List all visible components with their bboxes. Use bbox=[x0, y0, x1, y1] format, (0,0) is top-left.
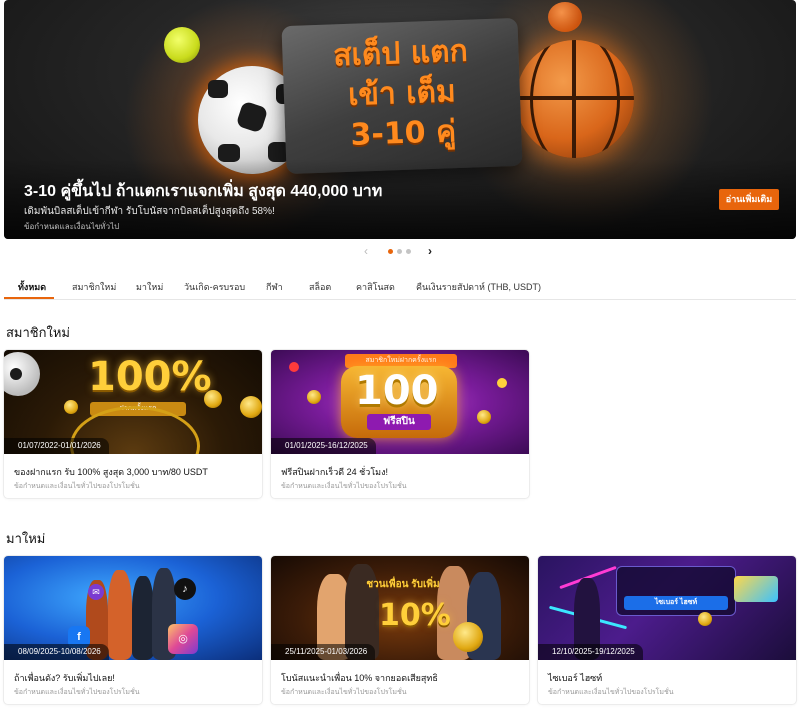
coin-icon bbox=[64, 400, 78, 414]
tab-weekly-cashback[interactable]: คืนเงินรายสัปดาห์ (THB, USDT) bbox=[416, 280, 541, 294]
promo-terms[interactable]: ข้อกำหนดและเงื่อนไขทั่วไปของโปรโมชั่น bbox=[548, 687, 674, 698]
coin-icon bbox=[477, 410, 491, 424]
ticket-icon bbox=[734, 576, 778, 602]
hero-banner[interactable]: สเต็ป แตก เข้า เต็ม 3-10 คู่ 3-10 คู่ขึ้… bbox=[4, 0, 796, 239]
carousel-controls: ‹ › bbox=[360, 245, 440, 257]
category-tabs: ทั้งหมด สมาชิกใหม่ มาใหม่ วันเกิด-ครบรอบ… bbox=[4, 272, 796, 300]
promo-card[interactable]: สมาชิกใหม่ฝากครั้งแรก 100 ฟรีสปิน 01/01/… bbox=[271, 350, 529, 498]
coin-icon bbox=[698, 612, 712, 626]
carousel-dot[interactable] bbox=[406, 249, 411, 254]
coin-icon bbox=[453, 622, 483, 652]
gem-icon bbox=[497, 378, 507, 388]
coin-icon bbox=[240, 396, 262, 418]
section-title-new-member: สมาชิกใหม่ bbox=[6, 325, 70, 340]
tab-live-casino[interactable]: คาสิโนสด bbox=[356, 280, 395, 294]
promo-card[interactable]: 100% ฝากครั้งแรก 01/07/2022-01/01/2026 ข… bbox=[4, 350, 262, 498]
messenger-icon: ✉ bbox=[88, 584, 104, 600]
promo-terms[interactable]: ข้อกำหนดและเงื่อนไขทั่วไปของโปรโมชั่น bbox=[281, 687, 407, 698]
promo-card[interactable]: ไซเบอร์ ไฮซท์ 12/10/2025-19/12/2025 ไซเบ… bbox=[538, 556, 796, 704]
coin-icon bbox=[204, 390, 222, 408]
tab-new-member[interactable]: สมาชิกใหม่ bbox=[72, 280, 116, 294]
tab-birthday[interactable]: วันเกิด-ครบรอบ bbox=[184, 280, 245, 294]
promo-date: 12/10/2025-19/12/2025 bbox=[538, 644, 643, 660]
chevron-right-icon[interactable]: › bbox=[428, 245, 432, 257]
promo-title: ไซเบอร์ ไฮซท์ bbox=[548, 673, 603, 683]
basketball-small-icon bbox=[548, 2, 582, 32]
coin-icon bbox=[307, 390, 321, 404]
heart-icon bbox=[289, 362, 299, 372]
promo-card[interactable]: ชวนเพื่อน รับเพิ่ม 10% 25/11/2025-01/03/… bbox=[271, 556, 529, 704]
promo-date: 08/09/2025-10/08/2026 bbox=[4, 644, 109, 660]
promo-art-ribbon: ไซเบอร์ ไฮซท์ bbox=[624, 596, 728, 610]
promo-art-text: 100 bbox=[355, 368, 439, 414]
tab-sports[interactable]: กีฬา bbox=[266, 280, 283, 294]
tennis-ball-icon bbox=[164, 27, 200, 63]
ball-patch bbox=[10, 368, 22, 380]
tab-slots[interactable]: สล็อต bbox=[309, 280, 331, 294]
promo-title: ฟรีสปินฝากเร็วดี 24 ชั่วโมง! bbox=[281, 467, 388, 477]
tab-new[interactable]: มาใหม่ bbox=[136, 280, 163, 294]
hero-subtitle: เดิมพันบิลสเต็ปเข้ากีฬา รับโบนัสจากบิลสเ… bbox=[24, 206, 275, 217]
section-title-new: มาใหม่ bbox=[6, 531, 46, 546]
hero-terms-link[interactable]: ข้อกำหนดและเงื่อนไขทั่วไป bbox=[24, 220, 119, 233]
promo-art-sub: ฟรีสปิน bbox=[367, 414, 431, 430]
read-more-button[interactable]: อ่านเพิ่มเติม bbox=[719, 189, 779, 210]
promo-terms[interactable]: ข้อกำหนดและเงื่อนไขทั่วไปของโปรโมชั่น bbox=[14, 687, 140, 698]
promo-art-ribbon: ชวนเพื่อน รับเพิ่ม bbox=[366, 579, 440, 590]
promo-date: 01/01/2025-16/12/2025 bbox=[271, 438, 376, 454]
promo-art-text: 10% bbox=[379, 598, 451, 633]
tab-all[interactable]: ทั้งหมด bbox=[18, 280, 46, 294]
active-tab-indicator bbox=[4, 297, 54, 299]
promo-terms[interactable]: ข้อกำหนดและเงื่อนไขทั่วไปของโปรโมชั่น bbox=[14, 481, 140, 492]
hero-title: สเต็ป แตก เข้า เต็ม 3-10 คู่ bbox=[332, 33, 469, 153]
hero-headline: 3-10 คู่ขึ้นไป ถ้าแตกเราแจกเพิ่ม สูงสุด … bbox=[24, 183, 383, 200]
chevron-left-icon[interactable]: ‹ bbox=[364, 245, 368, 257]
promo-terms[interactable]: ข้อกำหนดและเงื่อนไขทั่วไปของโปรโมชั่น bbox=[281, 481, 407, 492]
instagram-icon: ◎ bbox=[168, 624, 198, 654]
carousel-dot[interactable] bbox=[397, 249, 402, 254]
promo-title: ของฝากแรก รับ 100% สูงสุด 3,000 บาท/80 U… bbox=[14, 467, 208, 477]
person-figure bbox=[108, 570, 132, 660]
tiktok-icon: ♪ bbox=[174, 578, 196, 600]
promo-card[interactable]: ◎ f ♪ ✉ 08/09/2025-10/08/2026 ถ้าเพื่อนด… bbox=[4, 556, 262, 704]
carousel-dot[interactable] bbox=[388, 249, 393, 254]
promo-date: 25/11/2025-01/03/2026 bbox=[271, 644, 376, 660]
promo-date: 01/07/2022-01/01/2026 bbox=[4, 438, 109, 454]
promo-title: ถ้าเพื่อนดัง? รับเพิ่มไปเลย! bbox=[14, 673, 115, 683]
basketball-icon bbox=[516, 40, 634, 158]
promo-title: โบนัสแนะนำเพื่อน 10% จากยอดเสียสุทธิ bbox=[281, 673, 438, 683]
hero-title-board: สเต็ป แตก เข้า เต็ม 3-10 คู่ bbox=[281, 17, 523, 175]
promo-art-text: 100% bbox=[88, 354, 212, 400]
person-figure bbox=[132, 576, 154, 660]
